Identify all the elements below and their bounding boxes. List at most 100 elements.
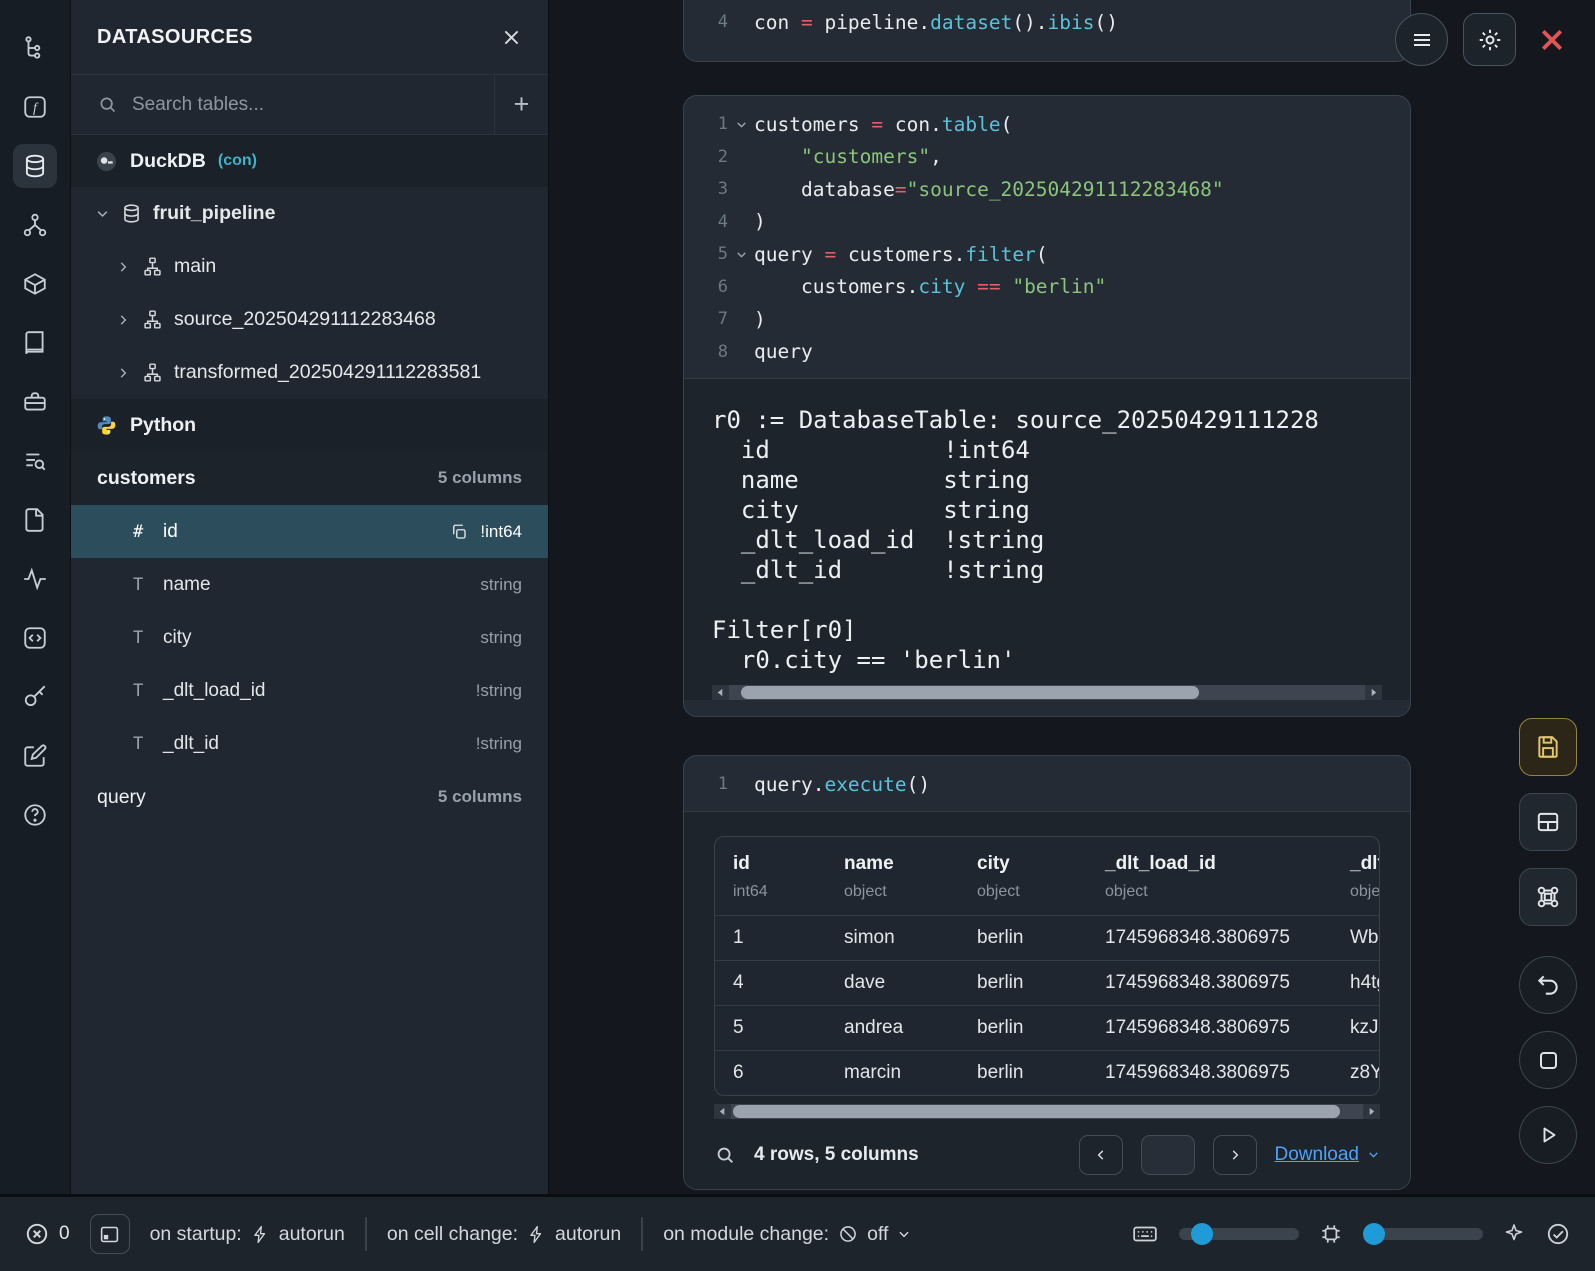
page-number-box[interactable]	[1141, 1135, 1195, 1175]
column-item-name[interactable]: Tnamestring	[71, 558, 548, 611]
code-line[interactable]: 1customers = con.table(	[684, 108, 1410, 141]
help-icon[interactable]	[13, 793, 57, 837]
table-row[interactable]: 4daveberlin1745968348.3806975h4tg	[715, 960, 1379, 1005]
table-search-input[interactable]	[132, 94, 494, 116]
bolt-icon	[527, 1225, 546, 1244]
column-item-_dlt_id[interactable]: T_dlt_id!string	[71, 717, 548, 770]
table-footer: 4 rows, 5 columns Download	[714, 1135, 1380, 1175]
column-name: name	[163, 574, 480, 596]
slider-knob[interactable]	[1191, 1223, 1213, 1245]
table-entry-customers[interactable]: customers 5 columns	[71, 451, 548, 505]
stop-button[interactable]	[1519, 1031, 1577, 1089]
copy-icon[interactable]	[450, 523, 468, 541]
download-link[interactable]: Download	[1275, 1144, 1381, 1166]
code-cell-execute[interactable]: 1query.execute() idint64nameobjectcityob…	[683, 755, 1411, 1190]
activity-icon[interactable]	[13, 557, 57, 601]
horizontal-scrollbar[interactable]	[714, 1104, 1380, 1119]
function-icon[interactable]: f	[13, 85, 57, 129]
close-notebook-button[interactable]	[1531, 13, 1573, 66]
terminal-button[interactable]	[90, 1214, 130, 1254]
result-table: idint64nameobjectcityobject_dlt_load_ido…	[714, 836, 1380, 1096]
list-search-icon[interactable]	[13, 439, 57, 483]
command-palette-button[interactable]	[1519, 868, 1577, 926]
check-circle-icon[interactable]	[1545, 1221, 1571, 1247]
column-item-_dlt_load_id[interactable]: T_dlt_load_id!string	[71, 664, 548, 717]
tree-item-schema-transformed[interactable]: transformed_202504291112283581	[71, 346, 548, 399]
table-edit-icon[interactable]	[13, 734, 57, 778]
column-header-_dlt[interactable]: _dltobjec	[1332, 853, 1380, 901]
scrollbar-track[interactable]	[731, 1104, 1363, 1119]
scroll-right-arrow[interactable]	[1365, 685, 1382, 700]
column-item-id[interactable]: #id!int64	[71, 505, 548, 558]
layout-button[interactable]	[1519, 793, 1577, 851]
scroll-right-arrow[interactable]	[1363, 1104, 1380, 1119]
table-row[interactable]: 5andreaberlin1745968348.3806975kzJ1(	[715, 1005, 1379, 1050]
menu-button[interactable]	[1395, 13, 1448, 66]
chevron-right-icon[interactable]	[116, 260, 131, 274]
toolbox-icon[interactable]	[13, 380, 57, 424]
prev-page-button[interactable]	[1079, 1135, 1123, 1175]
column-item-city[interactable]: Tcitystring	[71, 611, 548, 664]
code-line[interactable]: 2 "customers",	[684, 141, 1410, 174]
scrollbar-track[interactable]	[729, 685, 1365, 700]
save-button[interactable]	[1519, 718, 1577, 776]
code-line[interactable]: 5query = customers.filter(	[684, 238, 1410, 271]
package-icon[interactable]	[13, 262, 57, 306]
resource-slider[interactable]	[1363, 1228, 1483, 1240]
chevron-right-icon[interactable]	[116, 313, 131, 327]
scroll-left-arrow[interactable]	[714, 1104, 731, 1119]
code-line[interactable]: 4)	[684, 206, 1410, 239]
code-line[interactable]: 7)	[684, 303, 1410, 336]
table-row[interactable]: 1simonberlin1745968348.3806975Wba	[715, 915, 1379, 960]
settings-button[interactable]	[1463, 13, 1516, 66]
search-icon[interactable]	[714, 1144, 736, 1166]
sparkle-icon[interactable]	[1502, 1222, 1526, 1246]
close-panel-button[interactable]	[501, 27, 522, 48]
next-page-button[interactable]	[1213, 1135, 1257, 1175]
chevron-right-icon[interactable]	[116, 366, 131, 380]
scrollbar-thumb[interactable]	[733, 1105, 1340, 1118]
fold-chevron-icon[interactable]	[728, 118, 754, 131]
code-line[interactable]: 6 customers.city == "berlin"	[684, 271, 1410, 304]
tree-item-schema-source[interactable]: source_202504291112283468	[71, 293, 548, 346]
tree-item-database[interactable]: fruit_pipeline	[71, 187, 548, 240]
network-icon[interactable]	[13, 203, 57, 247]
run-button[interactable]	[1519, 1106, 1577, 1164]
chevron-down-icon[interactable]	[95, 206, 110, 221]
key-icon[interactable]	[13, 675, 57, 719]
code-cell-setup[interactable]: 4con = pipeline.dataset().ibis()	[683, 0, 1411, 62]
scrollbar-thumb[interactable]	[741, 686, 1199, 699]
code-line[interactable]: 4con = pipeline.dataset().ibis()	[684, 6, 1410, 39]
table-row[interactable]: 6marcinberlin1745968348.3806975z8Yo	[715, 1050, 1379, 1095]
undo-button[interactable]	[1519, 956, 1577, 1014]
file-tree-icon[interactable]	[13, 26, 57, 70]
document-icon[interactable]	[13, 498, 57, 542]
code-line[interactable]: 3 database="source_202504291112283468"	[684, 173, 1410, 206]
code-line[interactable]: 1query.execute()	[684, 768, 1410, 801]
add-datasource-button[interactable]: +	[494, 75, 548, 134]
connection-header[interactable]: DuckDB (con)	[71, 135, 548, 187]
code-box-icon[interactable]	[13, 616, 57, 660]
scroll-left-arrow[interactable]	[712, 685, 729, 700]
database-cylinder-icon	[121, 203, 142, 224]
code-line[interactable]: 8query	[684, 336, 1410, 369]
slider-knob[interactable]	[1363, 1223, 1385, 1245]
table-entry-query[interactable]: query 5 columns	[71, 770, 548, 824]
column-header-_dlt_load_id[interactable]: _dlt_load_idobject	[1087, 853, 1332, 901]
code-cell-query[interactable]: 1customers = con.table(2 "customers",3 d…	[683, 95, 1411, 717]
horizontal-scrollbar[interactable]	[712, 685, 1382, 700]
font-size-slider[interactable]	[1179, 1228, 1299, 1240]
table-cell: 5	[715, 1006, 826, 1050]
notebook-icon[interactable]	[13, 321, 57, 365]
runtime-header[interactable]: Python	[71, 399, 548, 451]
error-indicator[interactable]: 0	[24, 1221, 70, 1247]
column-header-id[interactable]: idint64	[715, 853, 826, 901]
column-header-city[interactable]: cityobject	[959, 853, 1087, 901]
on-module-change-setting[interactable]: on module change: off	[663, 1223, 911, 1246]
tree-item-schema-main[interactable]: main	[71, 240, 548, 293]
on-startup-setting[interactable]: on startup: autorun	[150, 1223, 345, 1246]
on-cell-change-setting[interactable]: on cell change: autorun	[387, 1223, 621, 1246]
fold-chevron-icon[interactable]	[728, 248, 754, 261]
database-icon[interactable]	[13, 144, 57, 188]
column-header-name[interactable]: nameobject	[826, 853, 959, 901]
